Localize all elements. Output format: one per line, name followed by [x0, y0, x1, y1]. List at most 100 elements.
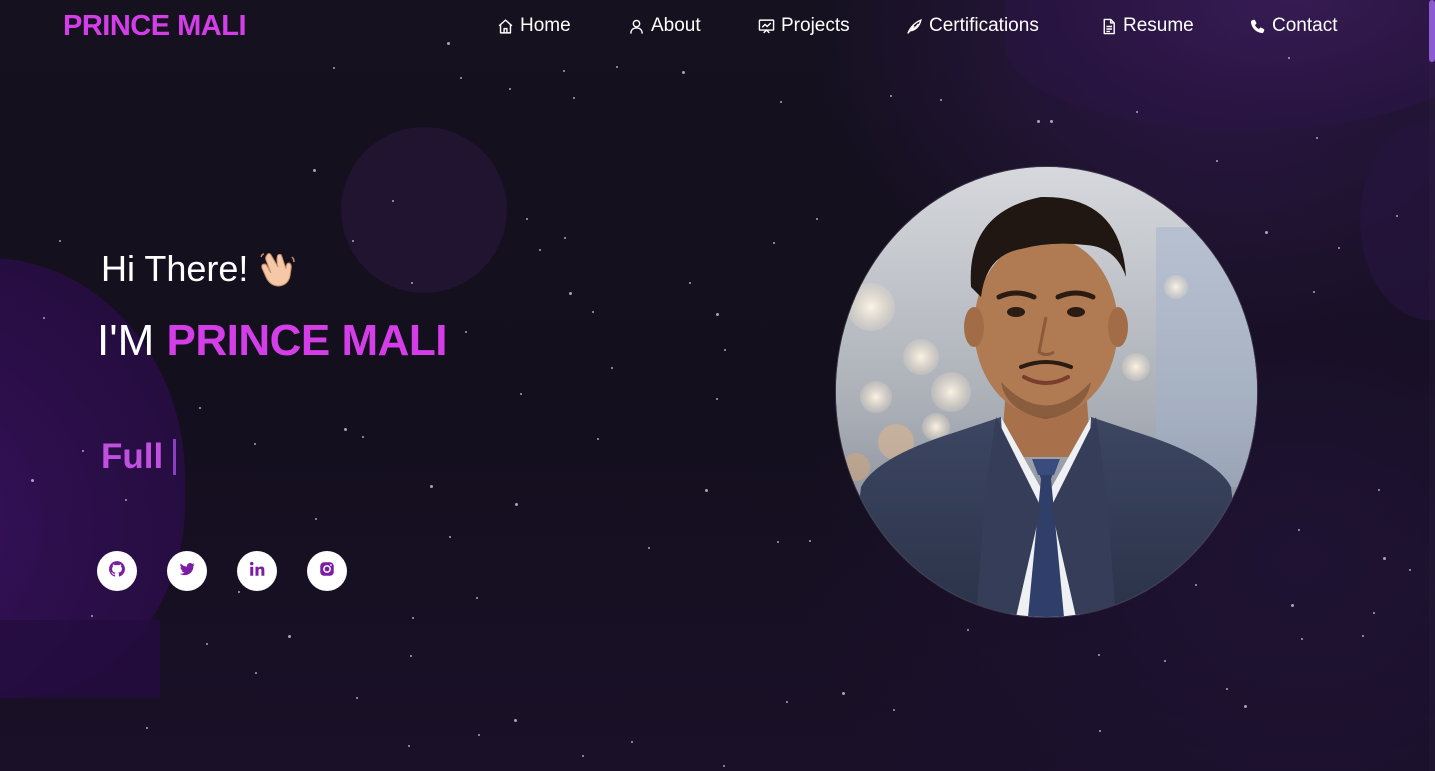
nav-item-about[interactable]: About	[627, 13, 701, 39]
hero-greeting: Hi There!	[101, 248, 298, 290]
star	[412, 617, 414, 619]
site-logo[interactable]: PRINCE MALI	[63, 10, 247, 43]
star	[563, 70, 565, 72]
star	[255, 672, 257, 674]
nav-item-certifications[interactable]: Certifications	[905, 13, 1039, 39]
star	[31, 479, 34, 482]
user-icon	[627, 17, 645, 35]
presentation-icon	[757, 17, 775, 35]
star	[967, 629, 969, 631]
star	[344, 428, 347, 431]
star	[449, 536, 451, 538]
typewriter-word: Full	[101, 437, 164, 476]
star	[1164, 660, 1166, 662]
star	[333, 67, 335, 69]
star	[82, 450, 84, 452]
star	[689, 282, 691, 284]
star	[43, 317, 45, 319]
github-icon	[108, 560, 126, 582]
star	[582, 755, 584, 757]
nav-item-home[interactable]: Home	[496, 13, 571, 39]
twitter-button[interactable]	[167, 551, 207, 591]
star	[573, 97, 575, 99]
star	[1383, 557, 1386, 560]
star	[597, 438, 599, 440]
star	[238, 591, 240, 593]
star	[816, 218, 818, 220]
star	[893, 709, 895, 711]
star	[1288, 57, 1290, 59]
star	[1037, 120, 1040, 123]
star	[1216, 160, 1218, 162]
star	[1291, 604, 1294, 607]
quill-icon	[905, 17, 923, 35]
github-button[interactable]	[97, 551, 137, 591]
hero-name-heading: I'M PRINCE MALI	[97, 316, 448, 366]
star	[411, 282, 413, 284]
star	[940, 99, 942, 101]
star	[408, 745, 410, 747]
star	[352, 240, 354, 242]
star	[315, 518, 317, 520]
star	[526, 218, 528, 220]
star	[206, 643, 208, 645]
star	[773, 242, 775, 244]
star	[539, 249, 541, 251]
linkedin-button[interactable]	[237, 551, 277, 591]
instagram-icon	[318, 560, 336, 582]
star	[842, 692, 845, 695]
star	[125, 499, 127, 501]
star	[777, 541, 779, 543]
star	[199, 407, 201, 409]
star	[430, 485, 433, 488]
page: PRINCE MALI Home About Projects Certific…	[0, 0, 1435, 771]
star	[716, 398, 718, 400]
linkedin-icon	[248, 560, 266, 582]
navbar: PRINCE MALI Home About Projects Certific…	[0, 0, 1430, 56]
star	[1098, 654, 1100, 656]
star	[1099, 730, 1101, 732]
star	[809, 540, 811, 542]
star	[1378, 489, 1380, 491]
name-prefix: I'M	[97, 316, 155, 365]
nav-item-contact[interactable]: Contact	[1248, 13, 1337, 39]
nav-item-projects[interactable]: Projects	[757, 13, 850, 39]
star	[509, 88, 511, 90]
star	[611, 367, 613, 369]
star	[146, 727, 148, 729]
star	[254, 443, 256, 445]
profile-photo	[836, 167, 1257, 617]
nav-item-resume[interactable]: Resume	[1099, 13, 1194, 39]
instagram-button[interactable]	[307, 551, 347, 591]
star	[716, 313, 719, 316]
star	[1136, 111, 1138, 113]
star	[356, 697, 358, 699]
star	[1362, 635, 1364, 637]
nav-item-label: Projects	[781, 15, 850, 36]
star	[514, 719, 517, 722]
star	[362, 436, 364, 438]
star	[682, 71, 685, 74]
star	[1050, 120, 1053, 123]
star	[723, 765, 725, 767]
star	[515, 503, 518, 506]
waving-hand-icon	[258, 249, 298, 289]
star	[410, 655, 412, 657]
scrollbar-thumb[interactable]	[1429, 0, 1435, 62]
typewriter-text: Full	[101, 437, 177, 477]
star	[780, 101, 782, 103]
star	[705, 489, 708, 492]
nav-item-label: Resume	[1123, 15, 1194, 36]
star	[59, 240, 61, 242]
star	[460, 77, 462, 79]
star	[890, 95, 892, 97]
star	[288, 635, 291, 638]
star	[313, 169, 316, 172]
typewriter-cursor	[173, 439, 177, 475]
scrollbar[interactable]	[1429, 0, 1435, 771]
nav-item-label: Certifications	[929, 15, 1039, 36]
star	[1373, 612, 1375, 614]
star	[631, 741, 633, 743]
star	[1226, 688, 1228, 690]
star	[91, 615, 93, 617]
